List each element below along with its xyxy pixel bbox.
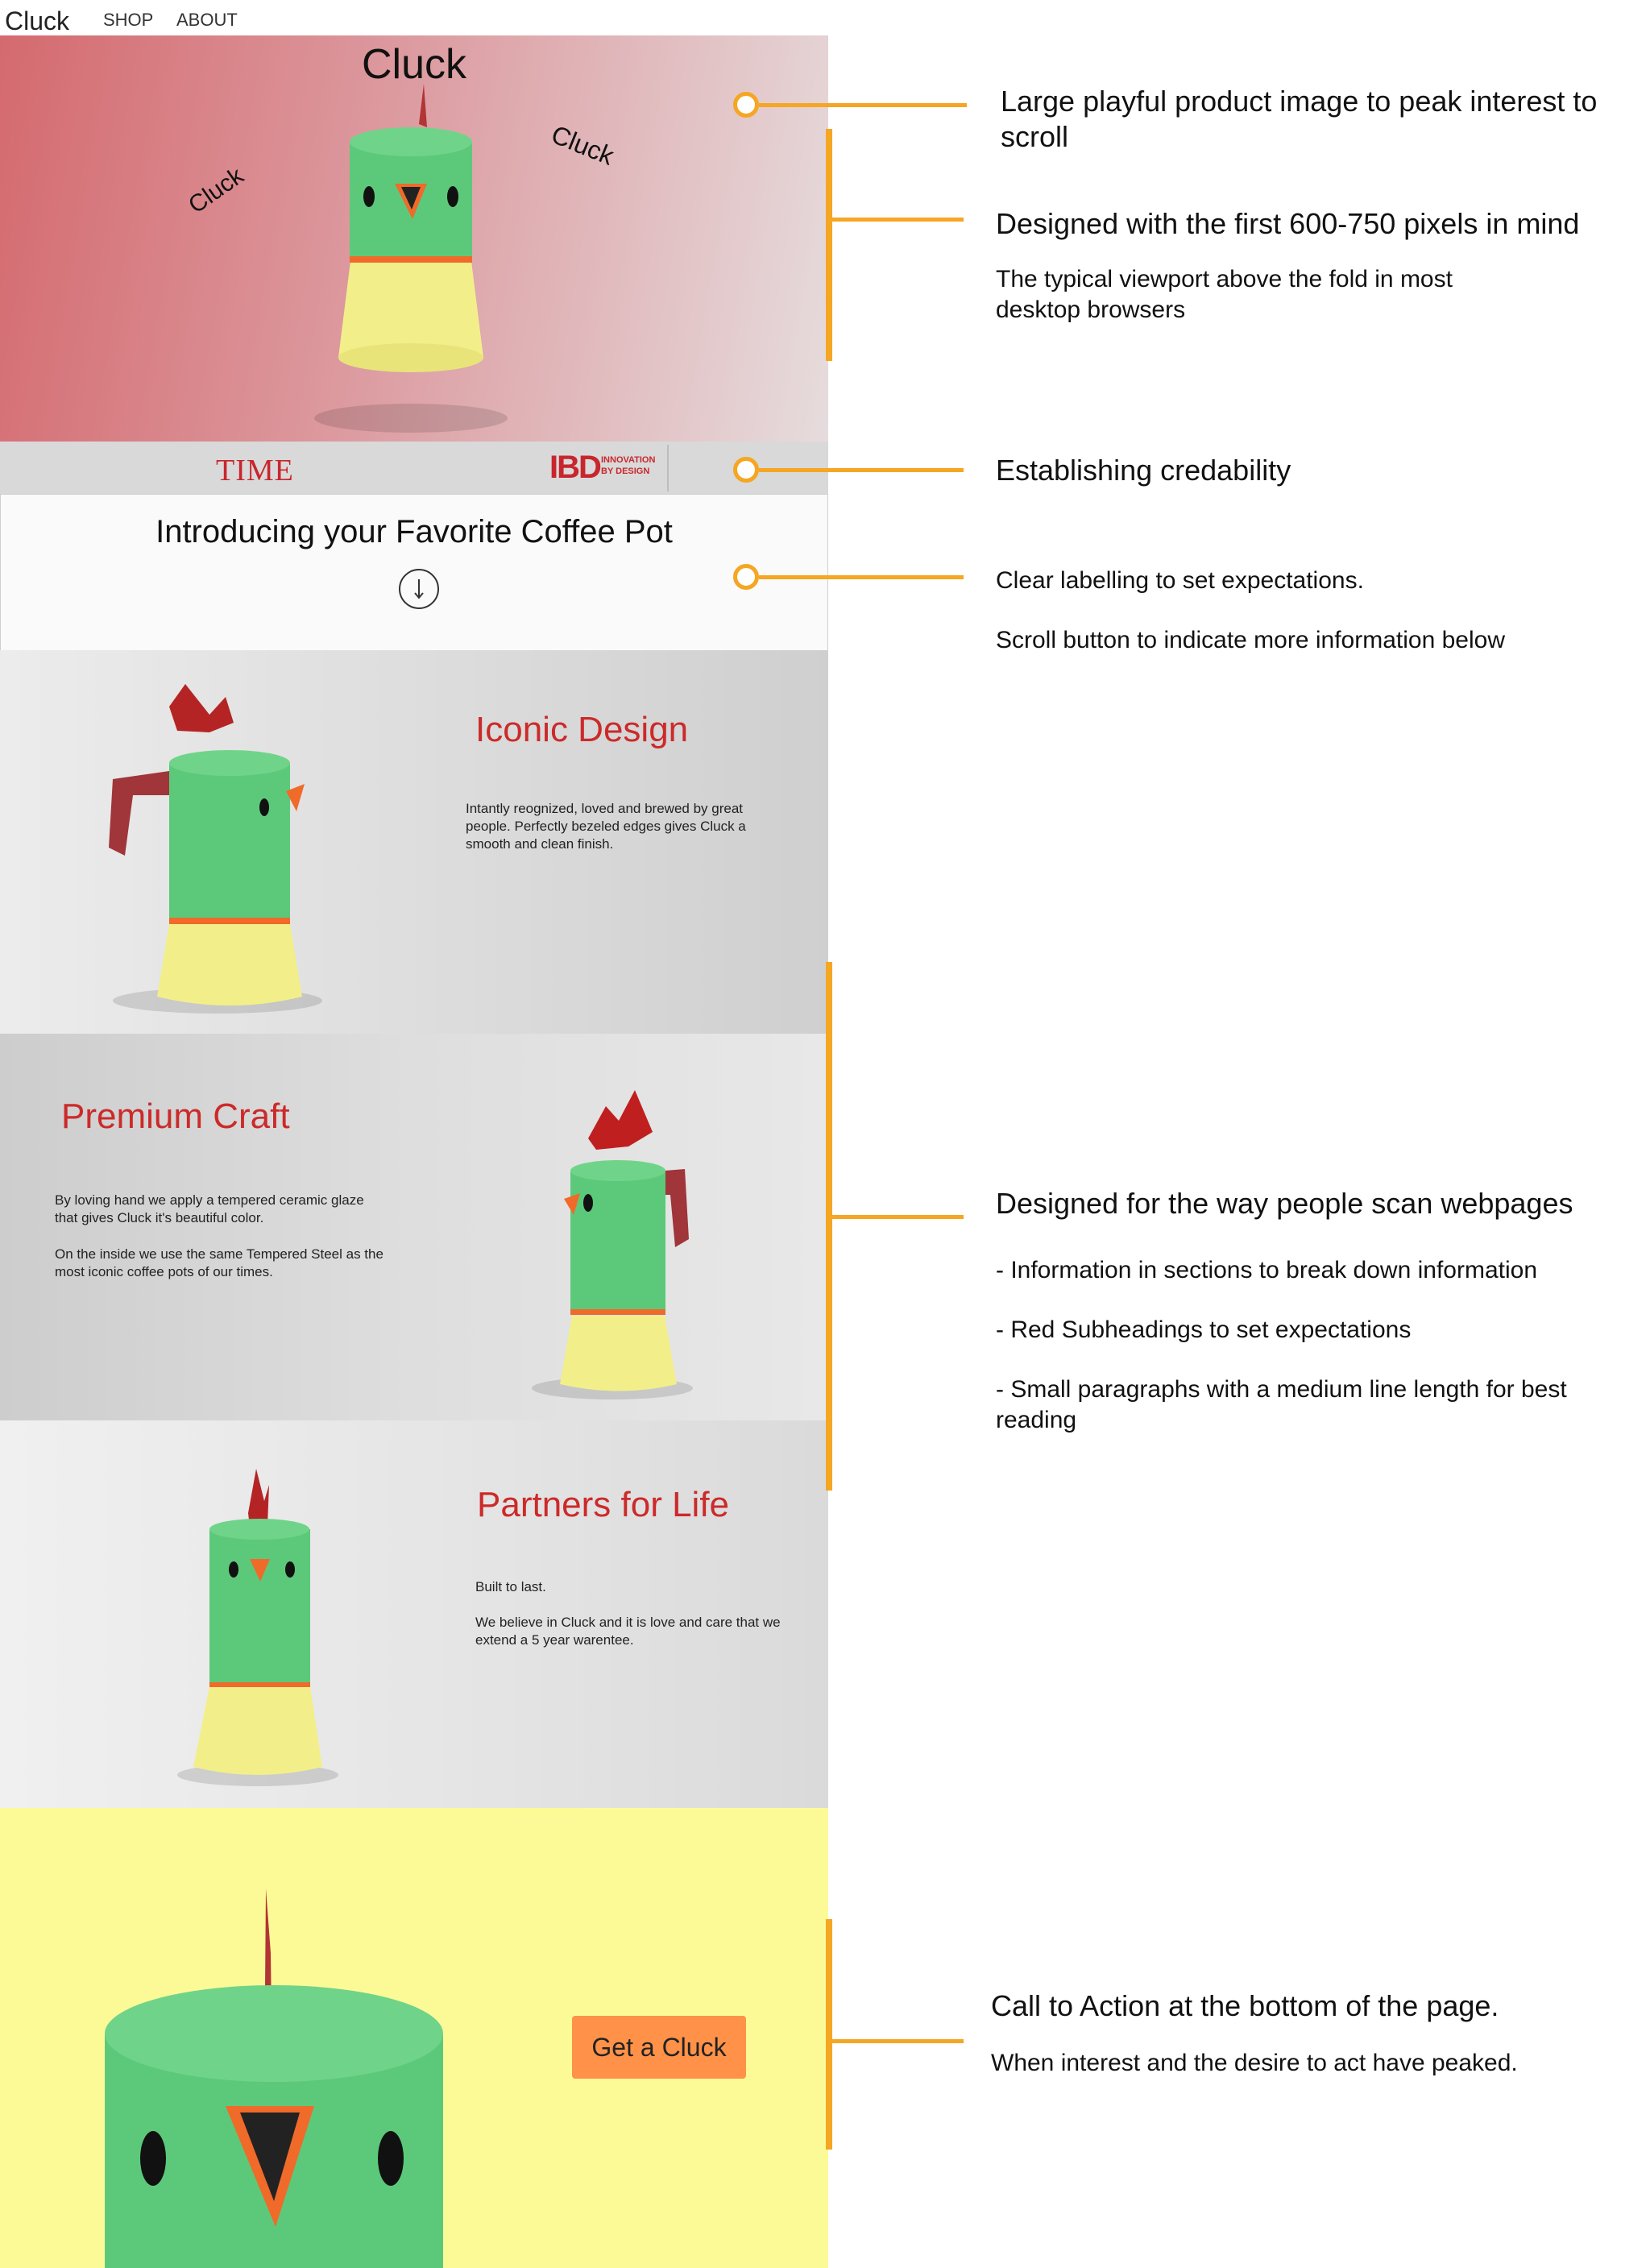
coffee-pot-side-image	[109, 684, 322, 1014]
section-paragraph-1: Built to last.	[475, 1579, 546, 1594]
section-paragraph-2: On the inside we use the same Tempered S…	[55, 1246, 383, 1279]
coffee-pot-hero-image	[314, 84, 508, 433]
annotation-scan-heading: Designed for the way people scan webpage…	[996, 1187, 1573, 1220]
hero-word-right: Cluck	[547, 119, 619, 171]
annotation-scan-bullet-2: - Red Subheadings to set expectations	[996, 1316, 1412, 1343]
annotation-marker-3	[733, 457, 759, 483]
scroll-down-button[interactable]	[399, 569, 439, 609]
ibd-logo-text: INNOVATION BY DESIGN	[601, 455, 656, 476]
annotation-marker-4	[733, 564, 759, 590]
section-paragraph-2: We believe in Cluck and it is love and c…	[475, 1615, 781, 1648]
ibd-logo-mark: IBD	[549, 450, 602, 485]
section-body: Intantly reognized, loved and brewed by …	[466, 801, 746, 852]
premium-craft-section: Premium Craft By loving hand we apply a …	[0, 1034, 828, 1420]
logo-divider	[667, 445, 669, 491]
annotation-fold-heading: Designed with the first 600-750 pixels i…	[996, 207, 1580, 240]
nav-link-shop[interactable]: SHOP	[103, 10, 153, 31]
annotation-scan-bullet-1: - Information in sections to break down …	[996, 1257, 1537, 1283]
annotation-bracket-6	[826, 1919, 832, 2150]
hero-section: Cluck Cluck Cluck	[0, 35, 828, 442]
arrow-down-icon	[414, 579, 424, 599]
annotation-cta-sub: When interest and the desire to act have…	[991, 2050, 1518, 2076]
section-heading: Iconic Design	[475, 710, 689, 749]
press-logos-bar: TIME IBD INNOVATION BY DESIGN	[0, 442, 828, 494]
coffee-pot-closeup-image	[105, 1889, 443, 2268]
annotation-bracket-5	[826, 962, 832, 1491]
annotation-line-6	[832, 2039, 964, 2043]
section-heading: Premium Craft	[61, 1097, 290, 1136]
annotation-credibility: Establishing credability	[996, 454, 1291, 487]
annotation-bracket-2	[826, 129, 832, 361]
iconic-design-section: Iconic Design Intantly reognized, loved …	[0, 650, 828, 1034]
intro-section: Introducing your Favorite Coffee Pot	[0, 494, 828, 651]
annotation-line-2	[832, 218, 964, 222]
annotation-scroll-button: Scroll button to indicate more informati…	[996, 627, 1505, 653]
annotation-line-5	[832, 1215, 964, 1219]
annotation-labelling: Clear labelling to set expectations.	[996, 567, 1364, 594]
annotation-cta-heading: Call to Action at the bottom of the page…	[991, 1989, 1499, 2022]
annotation-line-4	[759, 575, 964, 579]
nav-link-about[interactable]: ABOUT	[176, 10, 238, 31]
coffee-pot-side-image	[532, 1090, 693, 1399]
partners-for-life-section: Partners for Life Built to last. We beli…	[0, 1420, 828, 1808]
get-a-cluck-button[interactable]: Get a Cluck	[572, 2016, 746, 2079]
annotation-hero-image: Large playful product image to peak inte…	[1001, 85, 1598, 153]
top-nav: Cluck SHOP ABOUT	[0, 0, 828, 35]
hero-word-left: Cluck	[184, 162, 249, 219]
section-paragraph-1: By loving hand we apply a tempered ceram…	[55, 1192, 364, 1225]
brand-logo[interactable]: Cluck	[5, 6, 69, 36]
annotation-line-3	[759, 468, 964, 472]
annotation-scan-bullet-3: - Small paragraphs with a medium line le…	[996, 1376, 1567, 1433]
annotation-fold-sub: The typical viewport above the fold in m…	[996, 266, 1453, 323]
intro-title: Introducing your Favorite Coffee Pot	[155, 514, 673, 549]
annotation-line-1	[759, 103, 967, 107]
time-logo: TIME	[216, 454, 294, 487]
annotation-marker-1	[733, 92, 759, 118]
coffee-pot-front-image	[177, 1469, 338, 1786]
section-heading: Partners for Life	[477, 1485, 730, 1524]
